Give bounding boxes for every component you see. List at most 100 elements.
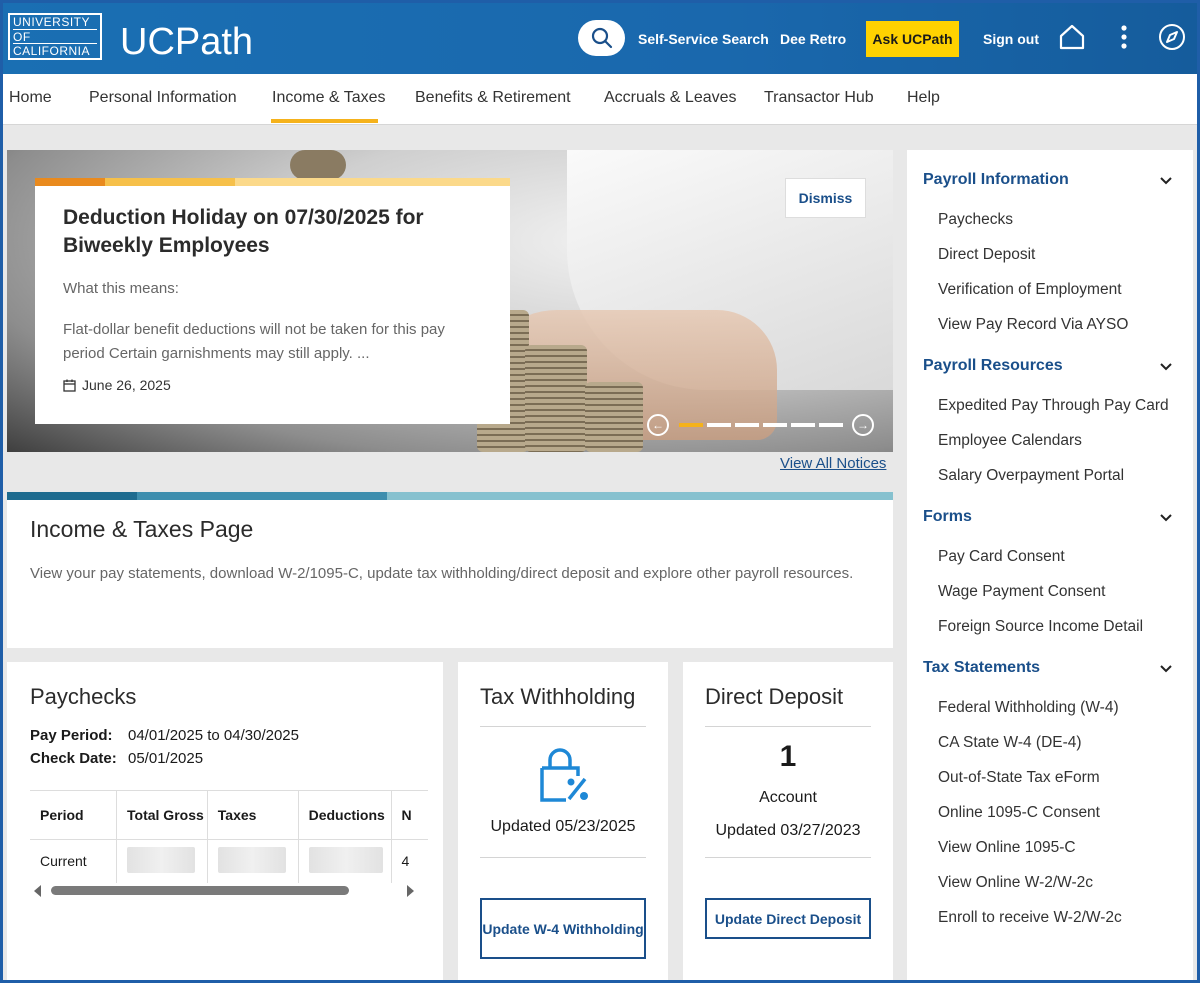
- nav-accruals-leaves[interactable]: Accruals & Leaves: [604, 88, 737, 108]
- view-all-notices-link[interactable]: View All Notices: [780, 455, 886, 472]
- section-payroll-information[interactable]: Payroll Information: [923, 171, 1069, 189]
- section-tax-statements[interactable]: Tax Statements: [923, 659, 1040, 677]
- sidebar-item-enroll-w2[interactable]: Enroll to receive W-2/W-2c: [938, 909, 1122, 927]
- ask-ucpath-button[interactable]: Ask UCPath: [866, 21, 959, 57]
- self-service-search-link[interactable]: Self-Service Search: [638, 30, 769, 48]
- arrow-right-icon: →: [857, 418, 869, 432]
- column-header-net: N: [391, 791, 428, 840]
- active-tab-indicator: [271, 119, 378, 123]
- sidebar-item-calendars[interactable]: Employee Calendars: [938, 432, 1082, 450]
- nav-income-taxes[interactable]: Income & Taxes: [272, 88, 386, 108]
- paychecks-card: Paychecks Pay Period: 04/01/2025 to 04/30…: [7, 662, 443, 983]
- carousel-dot[interactable]: [679, 423, 703, 427]
- user-name-link[interactable]: Dee Retro: [780, 30, 846, 48]
- app-title[interactable]: UCPath: [120, 20, 253, 64]
- sidebar-item-view-1095c[interactable]: View Online 1095-C: [938, 839, 1076, 857]
- navigator-button[interactable]: [1157, 22, 1187, 52]
- column-header-total-gross: Total Gross: [116, 791, 208, 840]
- check-date-label: Check Date:: [30, 750, 117, 767]
- notice-date: June 26, 2025: [63, 377, 171, 393]
- direct-deposit-title: Direct Deposit: [705, 684, 844, 709]
- nav-home[interactable]: Home: [9, 88, 52, 108]
- account-label: Account: [759, 789, 817, 806]
- chevron-down-icon[interactable]: [1159, 662, 1173, 676]
- home-button[interactable]: [1057, 22, 1087, 52]
- sidebar-item-1095c-consent[interactable]: Online 1095-C Consent: [938, 804, 1100, 822]
- column-header-deductions: Deductions: [298, 791, 392, 840]
- sidebar-item-federal-w4[interactable]: Federal Withholding (W-4): [938, 699, 1119, 717]
- carousel-dot[interactable]: [791, 423, 815, 427]
- carousel-dot[interactable]: [763, 423, 787, 427]
- pay-period-label: Pay Period:: [30, 727, 113, 744]
- logo-line-2: OF: [13, 30, 97, 44]
- university-logo[interactable]: UNIVERSITY OF CALIFORNIA: [8, 13, 102, 60]
- notice-subtitle: What this means:: [63, 280, 179, 297]
- chevron-down-icon[interactable]: [1159, 360, 1173, 374]
- sign-out-link[interactable]: Sign out: [983, 30, 1039, 48]
- sidebar-item-pay-card-consent[interactable]: Pay Card Consent: [938, 548, 1065, 566]
- carousel-prev-button[interactable]: ←: [647, 414, 669, 436]
- sidebar-item-ca-de4[interactable]: CA State W-4 (DE-4): [938, 734, 1082, 752]
- scrollbar-thumb[interactable]: [51, 886, 349, 895]
- logo-line-3: CALIFORNIA: [13, 44, 91, 58]
- divider: [480, 726, 646, 727]
- sidebar-item-direct-deposit[interactable]: Direct Deposit: [938, 246, 1035, 264]
- dismiss-button[interactable]: Dismiss: [785, 178, 866, 218]
- check-date-value: 05/01/2025: [128, 750, 204, 767]
- arrow-left-icon: ←: [652, 418, 664, 432]
- sidebar-item-ayso[interactable]: View Pay Record Via AYSO: [938, 316, 1128, 334]
- sidebar-item-verification[interactable]: Verification of Employment: [938, 281, 1122, 299]
- cell-taxes: [207, 839, 299, 883]
- nav-benefits-retirement[interactable]: Benefits & Retirement: [415, 88, 571, 108]
- chevron-down-icon[interactable]: [1159, 174, 1173, 188]
- update-direct-deposit-button[interactable]: Update Direct Deposit: [705, 898, 871, 939]
- carousel-next-button[interactable]: →: [852, 414, 874, 436]
- sidebar-item-expedited-pay[interactable]: Expedited Pay Through Pay Card: [938, 397, 1169, 415]
- redacted-value: [308, 846, 383, 873]
- paychecks-table: Period Total Gross Taxes Deductions N Cu…: [30, 790, 428, 883]
- scroll-right-icon[interactable]: [405, 884, 415, 898]
- nav-personal-information[interactable]: Personal Information: [89, 88, 237, 108]
- nav-help[interactable]: Help: [907, 88, 940, 108]
- sidebar-item-overpayment[interactable]: Salary Overpayment Portal: [938, 467, 1124, 485]
- redacted-value: [217, 846, 286, 873]
- notice-card: Deduction Holiday on 07/30/2025 for Biwe…: [35, 178, 510, 424]
- divider: [480, 857, 646, 858]
- carousel-dot[interactable]: [819, 423, 843, 427]
- account-count: 1: [779, 740, 797, 773]
- coin-stack: [525, 345, 587, 452]
- sidebar-item-out-of-state[interactable]: Out-of-State Tax eForm: [938, 769, 1100, 787]
- sidebar-item-wage-payment-consent[interactable]: Wage Payment Consent: [938, 583, 1105, 601]
- notice-title[interactable]: Deduction Holiday on 07/30/2025 for Biwe…: [63, 204, 483, 260]
- more-menu-button[interactable]: [1109, 22, 1139, 52]
- income-taxes-panel: Income & Taxes Page View your pay statem…: [7, 500, 893, 648]
- table-row[interactable]: Current 4: [30, 839, 428, 883]
- table-horizontal-scrollbar[interactable]: [33, 884, 417, 898]
- section-forms[interactable]: Forms: [923, 508, 972, 526]
- pay-period-value: 04/01/2025 to 04/30/2025: [128, 727, 299, 744]
- cell-total-gross: [116, 839, 208, 883]
- cell-net: 4: [401, 853, 410, 870]
- search-button[interactable]: [578, 20, 625, 56]
- redacted-value: [127, 846, 196, 873]
- cell-deductions: [298, 839, 392, 883]
- page-title: Income & Taxes Page: [30, 516, 254, 542]
- search-icon: [591, 27, 612, 49]
- sidebar-item-paychecks[interactable]: Paychecks: [938, 211, 1013, 229]
- notice-body: Flat-dollar benefit deductions will not …: [63, 321, 445, 362]
- carousel-dot[interactable]: [707, 423, 731, 427]
- notice-date-text: June 26, 2025: [82, 377, 171, 393]
- carousel-dot[interactable]: [735, 423, 759, 427]
- home-icon: [1059, 24, 1085, 50]
- check-date-row: Check Date: 05/01/2025: [30, 750, 203, 767]
- update-w4-button[interactable]: Update W-4 Withholding: [480, 898, 646, 959]
- carousel-controls: ← →: [647, 413, 877, 437]
- nav-transactor-hub[interactable]: Transactor Hub: [764, 88, 874, 108]
- chevron-down-icon[interactable]: [1159, 511, 1173, 525]
- scroll-left-icon[interactable]: [33, 884, 43, 898]
- sidebar-item-foreign-income[interactable]: Foreign Source Income Detail: [938, 618, 1143, 636]
- column-header-taxes: Taxes: [207, 791, 299, 840]
- sidebar-item-view-w2[interactable]: View Online W-2/W-2c: [938, 874, 1093, 892]
- section-payroll-resources[interactable]: Payroll Resources: [923, 357, 1063, 375]
- pay-period-row: Pay Period: 04/01/2025 to 04/30/2025: [30, 727, 299, 744]
